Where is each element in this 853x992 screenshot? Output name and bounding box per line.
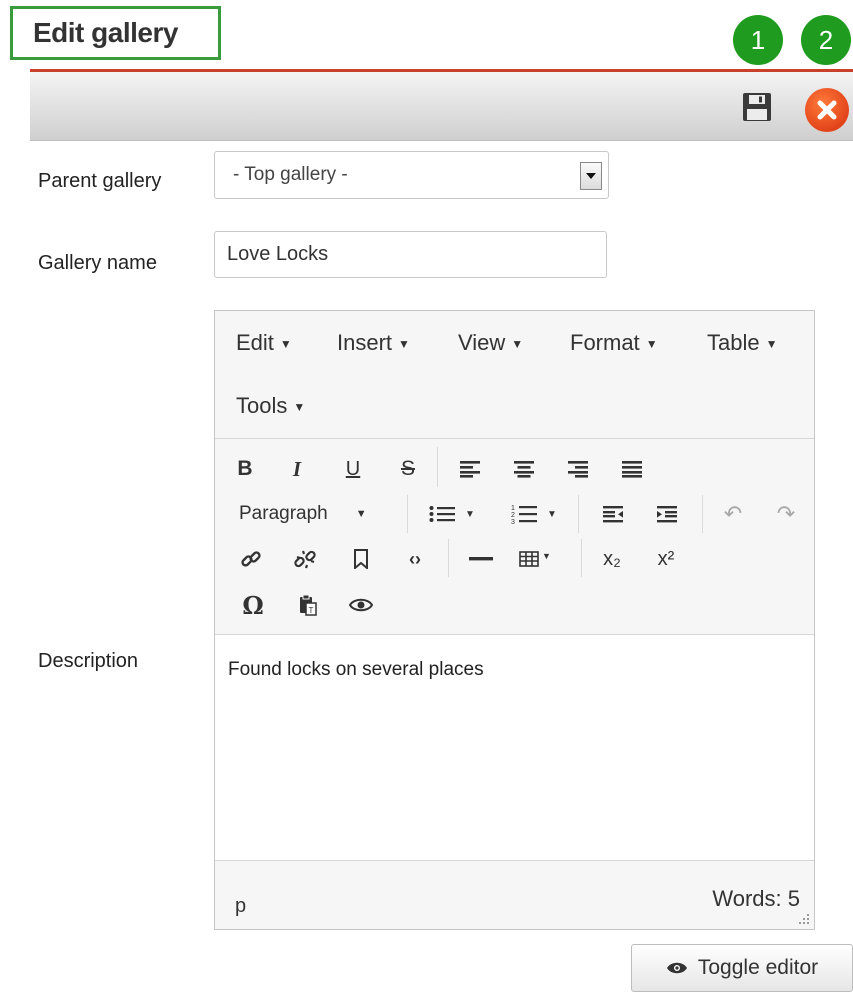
menu-tools[interactable]: Tools ▼ (236, 393, 305, 419)
description-editor: Edit ▼ Insert ▼ View ▼ Format ▼ Table ▼ Tools… (214, 310, 815, 930)
action-toolbar (30, 72, 853, 141)
align-justify-button[interactable] (618, 455, 646, 483)
toolbar-separator (702, 495, 703, 533)
bookmark-button[interactable] (347, 545, 375, 573)
editor-content-text[interactable]: Found locks on several places (228, 659, 484, 681)
menu-table[interactable]: Table ▼ (707, 330, 777, 356)
outdent-button[interactable] (599, 500, 627, 528)
save-icon (743, 93, 771, 121)
table-button[interactable]: ▼ (519, 545, 565, 573)
paste-text-button[interactable]: T (294, 591, 322, 619)
align-center-icon (514, 461, 534, 478)
toggle-editor-label: Toggle editor (697, 956, 819, 979)
page-title: Edit gallery (10, 6, 221, 60)
chevron-down-icon: ▼ (355, 508, 367, 520)
annotation-badge-2: 2 (801, 15, 851, 65)
align-right-button[interactable] (564, 455, 592, 483)
svg-text:T: T (309, 606, 314, 615)
toolbar-separator (437, 447, 438, 487)
editor-menubar: Edit ▼ Insert ▼ View ▼ Format ▼ Table ▼ Tools… (215, 311, 814, 439)
code-icon: ‹› (409, 548, 421, 569)
page-title-text: Edit gallery (33, 17, 178, 48)
editor-toolbar: B I U S Paragraph ▼ ▼ 123 ▼ ↶ ↷ ‹› ▼ x₂ … (215, 439, 814, 635)
toolbar-separator (407, 495, 408, 533)
numbered-list-button[interactable]: 123 ▼ (511, 500, 561, 528)
close-icon (817, 100, 837, 120)
parent-gallery-select[interactable]: - Top gallery - (214, 151, 609, 199)
align-right-icon (568, 461, 588, 478)
horizontal-rule-button[interactable] (467, 545, 495, 573)
eye-icon (349, 598, 373, 612)
outdent-icon (603, 506, 623, 523)
indent-button[interactable] (653, 500, 681, 528)
close-button[interactable] (805, 88, 849, 132)
link-icon (241, 551, 261, 567)
numbered-list-icon: 123 (511, 505, 537, 524)
block-format-value: Paragraph (239, 503, 328, 524)
gallery-name-input[interactable] (214, 231, 607, 278)
preview-button[interactable] (347, 591, 375, 619)
menu-format[interactable]: Format ▼ (570, 330, 658, 356)
eye-icon (666, 962, 687, 974)
undo-icon: ↶ (723, 501, 743, 526)
underline-button[interactable]: U (339, 455, 367, 483)
bookmark-icon (354, 549, 368, 569)
source-code-button[interactable]: ‹› (401, 545, 429, 573)
bullet-list-icon (429, 506, 455, 522)
horizontal-rule-icon (469, 557, 493, 561)
annotation-badge-1: 1 (733, 15, 783, 65)
superscript-icon: x² (657, 547, 675, 570)
toolbar-separator (448, 539, 449, 577)
toolbar-separator (581, 539, 582, 577)
menu-view[interactable]: View ▼ (458, 330, 523, 356)
save-button[interactable] (737, 87, 777, 127)
insert-link-button[interactable] (237, 545, 265, 573)
svg-text:1: 1 (511, 505, 515, 512)
subscript-button[interactable]: x₂ (598, 545, 626, 573)
align-justify-icon (622, 461, 642, 478)
menu-edit[interactable]: Edit ▼ (236, 330, 292, 356)
unlink-icon (294, 550, 316, 569)
svg-text:2: 2 (511, 512, 515, 519)
menu-insert[interactable]: Insert ▼ (337, 330, 410, 356)
parent-gallery-selected-value: - Top gallery - (233, 164, 348, 185)
redo-button[interactable]: ↷ (772, 500, 800, 528)
table-icon (519, 551, 539, 567)
undo-button[interactable]: ↶ (719, 500, 747, 528)
special-character-button[interactable]: Ω (239, 590, 267, 620)
element-path[interactable]: p (235, 895, 246, 918)
gallery-name-label: Gallery name (38, 252, 157, 274)
align-left-icon (460, 461, 480, 478)
word-count: Words: 5 (712, 886, 800, 911)
toggle-editor-button[interactable]: Toggle editor (631, 944, 853, 992)
toolbar-separator (578, 495, 579, 533)
strikethrough-button[interactable]: S (394, 455, 422, 483)
resize-handle-icon[interactable] (798, 913, 810, 925)
block-format-dropdown[interactable]: Paragraph ▼ (239, 500, 389, 528)
align-left-button[interactable] (456, 455, 484, 483)
remove-link-button[interactable] (291, 545, 319, 573)
svg-text:3: 3 (511, 519, 515, 524)
parent-gallery-label: Parent gallery (38, 170, 162, 192)
bullet-list-button[interactable]: ▼ (429, 500, 479, 528)
redo-icon: ↷ (776, 501, 796, 526)
align-center-button[interactable] (510, 455, 538, 483)
subscript-icon: x₂ (603, 547, 621, 570)
description-label: Description (38, 650, 139, 672)
paste-icon: T (300, 594, 317, 616)
chevron-down-icon[interactable] (580, 162, 602, 190)
bold-button[interactable]: B (231, 455, 259, 483)
italic-button[interactable]: I (283, 455, 311, 483)
indent-icon (657, 506, 677, 523)
superscript-button[interactable]: x² (652, 545, 680, 573)
omega-icon: Ω (242, 590, 264, 620)
editor-statusbar: p Words: 5 (215, 860, 814, 929)
